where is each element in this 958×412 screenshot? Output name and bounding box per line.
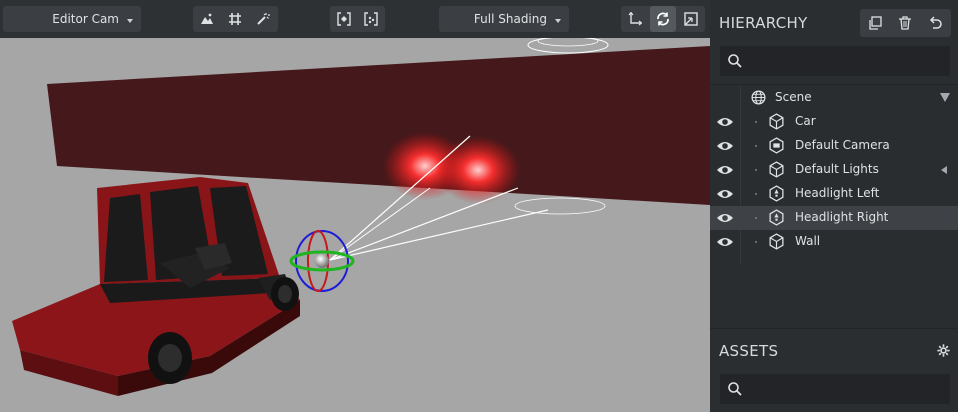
tree-row-wall[interactable]: Wall <box>710 230 958 254</box>
grid-icon[interactable] <box>222 6 248 32</box>
tree-row-headlight-right[interactable]: Headlight Right <box>710 206 958 230</box>
eye-icon[interactable] <box>716 115 734 129</box>
view-tools-group <box>193 6 278 32</box>
light-cone-outline <box>527 38 609 54</box>
scene-render <box>12 38 710 396</box>
hierarchy-search[interactable] <box>720 46 950 76</box>
tree-label-default-lights: Default Lights <box>795 162 879 176</box>
magic-wand-icon[interactable] <box>250 6 276 32</box>
scene-viewport[interactable] <box>0 38 710 412</box>
translate-gizmo-icon[interactable] <box>622 6 648 32</box>
duplicate-icon[interactable] <box>860 9 890 37</box>
assets-search[interactable] <box>720 374 950 404</box>
panel-divider <box>710 328 958 329</box>
tree-bullet <box>755 241 757 243</box>
tree-label-headlight-right: Headlight Right <box>795 210 889 224</box>
tree-label-scene: Scene <box>775 90 812 104</box>
tree-label-headlight-left: Headlight Left <box>795 186 880 200</box>
hierarchy-actions <box>860 9 951 37</box>
gizmo-tools-group <box>621 6 705 32</box>
hierarchy-tree: Scene Car Default Camera Default Lights <box>710 86 958 254</box>
eye-icon[interactable] <box>716 211 734 225</box>
search-icon <box>722 48 748 74</box>
expand-arrow-icon[interactable] <box>941 166 947 174</box>
light-entity-icon <box>769 185 784 202</box>
eye-icon[interactable] <box>716 235 734 249</box>
tree-label-default-camera: Default Camera <box>795 138 890 152</box>
tree-bullet <box>755 169 757 171</box>
hierarchy-title: HIERARCHY <box>719 14 808 32</box>
delete-icon[interactable] <box>890 9 920 37</box>
focus-tools-group <box>330 6 385 32</box>
camera-entity-icon <box>769 137 784 154</box>
chevron-down-icon <box>127 19 133 23</box>
side-panel: HIERARCHY Scene Car Default Camera Defau… <box>710 0 958 412</box>
tree-bullet <box>755 121 757 123</box>
eye-icon[interactable] <box>716 187 734 201</box>
car-mesh <box>12 177 300 396</box>
assets-search-input[interactable] <box>750 379 944 401</box>
shading-dropdown-label: Full Shading <box>473 12 547 26</box>
light-entity-icon <box>769 209 784 226</box>
entity-icon <box>769 233 784 250</box>
chevron-down-icon <box>555 19 561 23</box>
tree-label-wall: Wall <box>795 234 821 248</box>
frame-all-icon[interactable] <box>358 6 384 32</box>
camera-dropdown[interactable]: Editor Cam <box>3 6 141 32</box>
tree-bullet <box>755 217 757 219</box>
collapse-arrow-icon[interactable] <box>940 93 950 102</box>
search-icon <box>722 376 748 402</box>
tree-label-car: Car <box>795 114 816 128</box>
globe-icon <box>751 90 766 105</box>
entity-icon <box>769 161 784 178</box>
tree-row-scene[interactable]: Scene <box>710 86 958 110</box>
rotate-gizmo-icon[interactable] <box>650 6 676 32</box>
assets-title: ASSETS <box>719 342 779 360</box>
viewport-toolbar: Editor Cam Full Shading <box>0 0 710 38</box>
camera-dropdown-label: Editor Cam <box>52 12 119 26</box>
rotate-gizmo <box>289 230 355 292</box>
shading-dropdown[interactable]: Full Shading <box>439 6 569 32</box>
hierarchy-search-input[interactable] <box>750 51 944 73</box>
tree-bullet <box>755 193 757 195</box>
tree-row-headlight-left[interactable]: Headlight Left <box>710 182 958 206</box>
gear-icon[interactable] <box>937 344 950 357</box>
undo-icon[interactable] <box>920 9 950 37</box>
scale-gizmo-icon[interactable] <box>678 6 704 32</box>
tree-row-car[interactable]: Car <box>710 110 958 134</box>
entity-icon <box>769 113 784 130</box>
eye-icon[interactable] <box>716 163 734 177</box>
terrain-icon[interactable] <box>194 6 220 32</box>
tree-bullet <box>755 145 757 147</box>
wall-mesh <box>47 46 710 205</box>
tree-row-default-camera[interactable]: Default Camera <box>710 134 958 158</box>
tree-row-default-lights[interactable]: Default Lights <box>710 158 958 182</box>
focus-selection-icon[interactable] <box>331 6 357 32</box>
eye-icon[interactable] <box>716 139 734 153</box>
